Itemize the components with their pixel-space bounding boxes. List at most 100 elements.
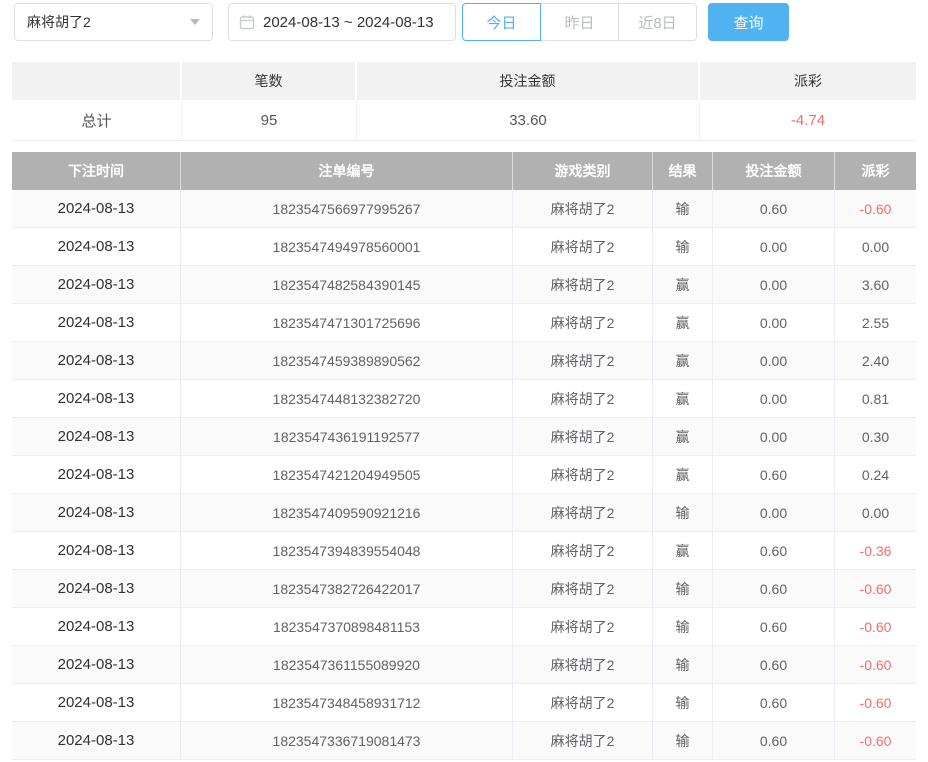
table-row: 2024-08-131823547494978560001麻将胡了2输0.000… xyxy=(12,228,916,266)
cell-bet-amount: 0.00 xyxy=(713,304,835,341)
cell-payout: 0.00 xyxy=(835,228,916,265)
cell-bet-amount: 0.60 xyxy=(713,646,835,683)
cell-bet-id: 1823547409590921216 xyxy=(181,494,513,531)
cell-game-type: 麻将胡了2 xyxy=(513,342,653,379)
cell-bet-amount: 0.60 xyxy=(713,190,835,227)
cell-bet-amount: 0.00 xyxy=(713,494,835,531)
cell-bet-time: 2024-08-13 xyxy=(12,342,181,379)
cell-bet-amount: 0.00 xyxy=(713,342,835,379)
table-row: 2024-08-131823547459389890562麻将胡了2赢0.002… xyxy=(12,342,916,380)
yesterday-button[interactable]: 昨日 xyxy=(540,3,619,41)
cell-payout: 3.60 xyxy=(835,266,916,303)
cell-bet-id: 1823547436191192577 xyxy=(181,418,513,455)
table-row: 2024-08-131823547566977995267麻将胡了2输0.60-… xyxy=(12,190,916,228)
cell-bet-amount: 0.60 xyxy=(713,722,835,759)
cell-bet-time: 2024-08-13 xyxy=(12,304,181,341)
summary-total-count: 95 xyxy=(182,100,357,140)
col-result: 结果 xyxy=(653,152,713,190)
cell-bet-time: 2024-08-13 xyxy=(12,722,181,759)
col-game-type: 游戏类别 xyxy=(513,152,653,190)
cell-result: 赢 xyxy=(653,380,713,417)
cell-result: 输 xyxy=(653,722,713,759)
last-8-days-button[interactable]: 近8日 xyxy=(618,3,697,41)
cell-bet-id: 1823547394839554048 xyxy=(181,532,513,569)
cell-bet-time: 2024-08-13 xyxy=(12,532,181,569)
bet-table-body: 2024-08-131823547566977995267麻将胡了2输0.60-… xyxy=(12,190,916,760)
table-row: 2024-08-131823547421204949505麻将胡了2赢0.600… xyxy=(12,456,916,494)
cell-payout: 2.40 xyxy=(835,342,916,379)
summary-table: 笔数 投注金额 派彩 总计 95 33.60 -4.74 xyxy=(12,62,916,141)
cell-bet-id: 1823547361155089920 xyxy=(181,646,513,683)
table-row: 2024-08-131823547336719081473麻将胡了2输0.60-… xyxy=(12,722,916,760)
table-row: 2024-08-131823547370898481153麻将胡了2输0.60-… xyxy=(12,608,916,646)
today-button[interactable]: 今日 xyxy=(462,3,541,41)
cell-result: 赢 xyxy=(653,418,713,455)
cell-bet-time: 2024-08-13 xyxy=(12,190,181,227)
table-row: 2024-08-131823547482584390145麻将胡了2赢0.003… xyxy=(12,266,916,304)
table-row: 2024-08-131823547382726422017麻将胡了2输0.60-… xyxy=(12,570,916,608)
cell-result: 输 xyxy=(653,684,713,721)
col-payout: 派彩 xyxy=(835,152,916,190)
date-range-picker[interactable]: 2024-08-13 ~ 2024-08-13 xyxy=(228,3,456,41)
cell-payout: -0.60 xyxy=(835,646,916,683)
game-select[interactable]: 麻将胡了2 xyxy=(14,3,213,41)
summary-header-row: 笔数 投注金额 派彩 xyxy=(12,62,916,100)
cell-bet-id: 1823547448132382720 xyxy=(181,380,513,417)
cell-bet-id: 1823547370898481153 xyxy=(181,608,513,645)
cell-bet-time: 2024-08-13 xyxy=(12,456,181,493)
summary-header-payout: 派彩 xyxy=(700,62,916,100)
summary-header-count: 笔数 xyxy=(182,62,357,100)
cell-bet-amount: 0.00 xyxy=(713,380,835,417)
cell-result: 输 xyxy=(653,494,713,531)
cell-bet-id: 1823547348458931712 xyxy=(181,684,513,721)
game-select-value: 麻将胡了2 xyxy=(27,12,184,32)
cell-bet-id: 1823547459389890562 xyxy=(181,342,513,379)
col-bet-time: 下注时间 xyxy=(12,152,181,190)
cell-game-type: 麻将胡了2 xyxy=(513,228,653,265)
cell-game-type: 麻将胡了2 xyxy=(513,266,653,303)
cell-payout: -0.60 xyxy=(835,190,916,227)
cell-bet-id: 1823547336719081473 xyxy=(181,722,513,759)
cell-payout: 0.00 xyxy=(835,494,916,531)
cell-game-type: 麻将胡了2 xyxy=(513,570,653,607)
cell-result: 输 xyxy=(653,190,713,227)
cell-game-type: 麻将胡了2 xyxy=(513,456,653,493)
bet-table: 下注时间 注单编号 游戏类别 结果 投注金额 派彩 2024-08-131823… xyxy=(12,152,916,760)
cell-bet-amount: 0.60 xyxy=(713,570,835,607)
bet-history-page: 麻将胡了2 2024-08-13 ~ 2024-08-13 今日 昨日 近8日 … xyxy=(0,0,928,762)
cell-game-type: 麻将胡了2 xyxy=(513,304,653,341)
cell-bet-amount: 0.00 xyxy=(713,266,835,303)
cell-game-type: 麻将胡了2 xyxy=(513,722,653,759)
cell-bet-amount: 0.60 xyxy=(713,532,835,569)
cell-result: 赢 xyxy=(653,266,713,303)
cell-payout: -0.60 xyxy=(835,722,916,759)
cell-bet-time: 2024-08-13 xyxy=(12,380,181,417)
cell-game-type: 麻将胡了2 xyxy=(513,646,653,683)
cell-bet-time: 2024-08-13 xyxy=(12,570,181,607)
cell-game-type: 麻将胡了2 xyxy=(513,608,653,645)
table-row: 2024-08-131823547448132382720麻将胡了2赢0.000… xyxy=(12,380,916,418)
cell-bet-time: 2024-08-13 xyxy=(12,266,181,303)
query-button[interactable]: 查询 xyxy=(708,3,789,41)
summary-header-bet-amount: 投注金额 xyxy=(357,62,700,100)
table-row: 2024-08-131823547361155089920麻将胡了2输0.60-… xyxy=(12,646,916,684)
cell-payout: 0.30 xyxy=(835,418,916,455)
cell-result: 赢 xyxy=(653,304,713,341)
cell-result: 赢 xyxy=(653,532,713,569)
col-bet-id: 注单编号 xyxy=(181,152,513,190)
bet-table-header: 下注时间 注单编号 游戏类别 结果 投注金额 派彩 xyxy=(12,152,916,190)
cell-game-type: 麻将胡了2 xyxy=(513,418,653,455)
table-row: 2024-08-131823547471301725696麻将胡了2赢0.002… xyxy=(12,304,916,342)
table-row: 2024-08-131823547348458931712麻将胡了2输0.60-… xyxy=(12,684,916,722)
cell-bet-amount: 0.00 xyxy=(713,418,835,455)
cell-game-type: 麻将胡了2 xyxy=(513,380,653,417)
cell-game-type: 麻将胡了2 xyxy=(513,532,653,569)
summary-header-empty xyxy=(12,62,182,100)
cell-bet-time: 2024-08-13 xyxy=(12,608,181,645)
table-row: 2024-08-131823547394839554048麻将胡了2赢0.60-… xyxy=(12,532,916,570)
cell-bet-id: 1823547421204949505 xyxy=(181,456,513,493)
cell-bet-amount: 0.00 xyxy=(713,228,835,265)
cell-bet-id: 1823547482584390145 xyxy=(181,266,513,303)
cell-payout: 0.81 xyxy=(835,380,916,417)
summary-total-row: 总计 95 33.60 -4.74 xyxy=(12,100,916,141)
